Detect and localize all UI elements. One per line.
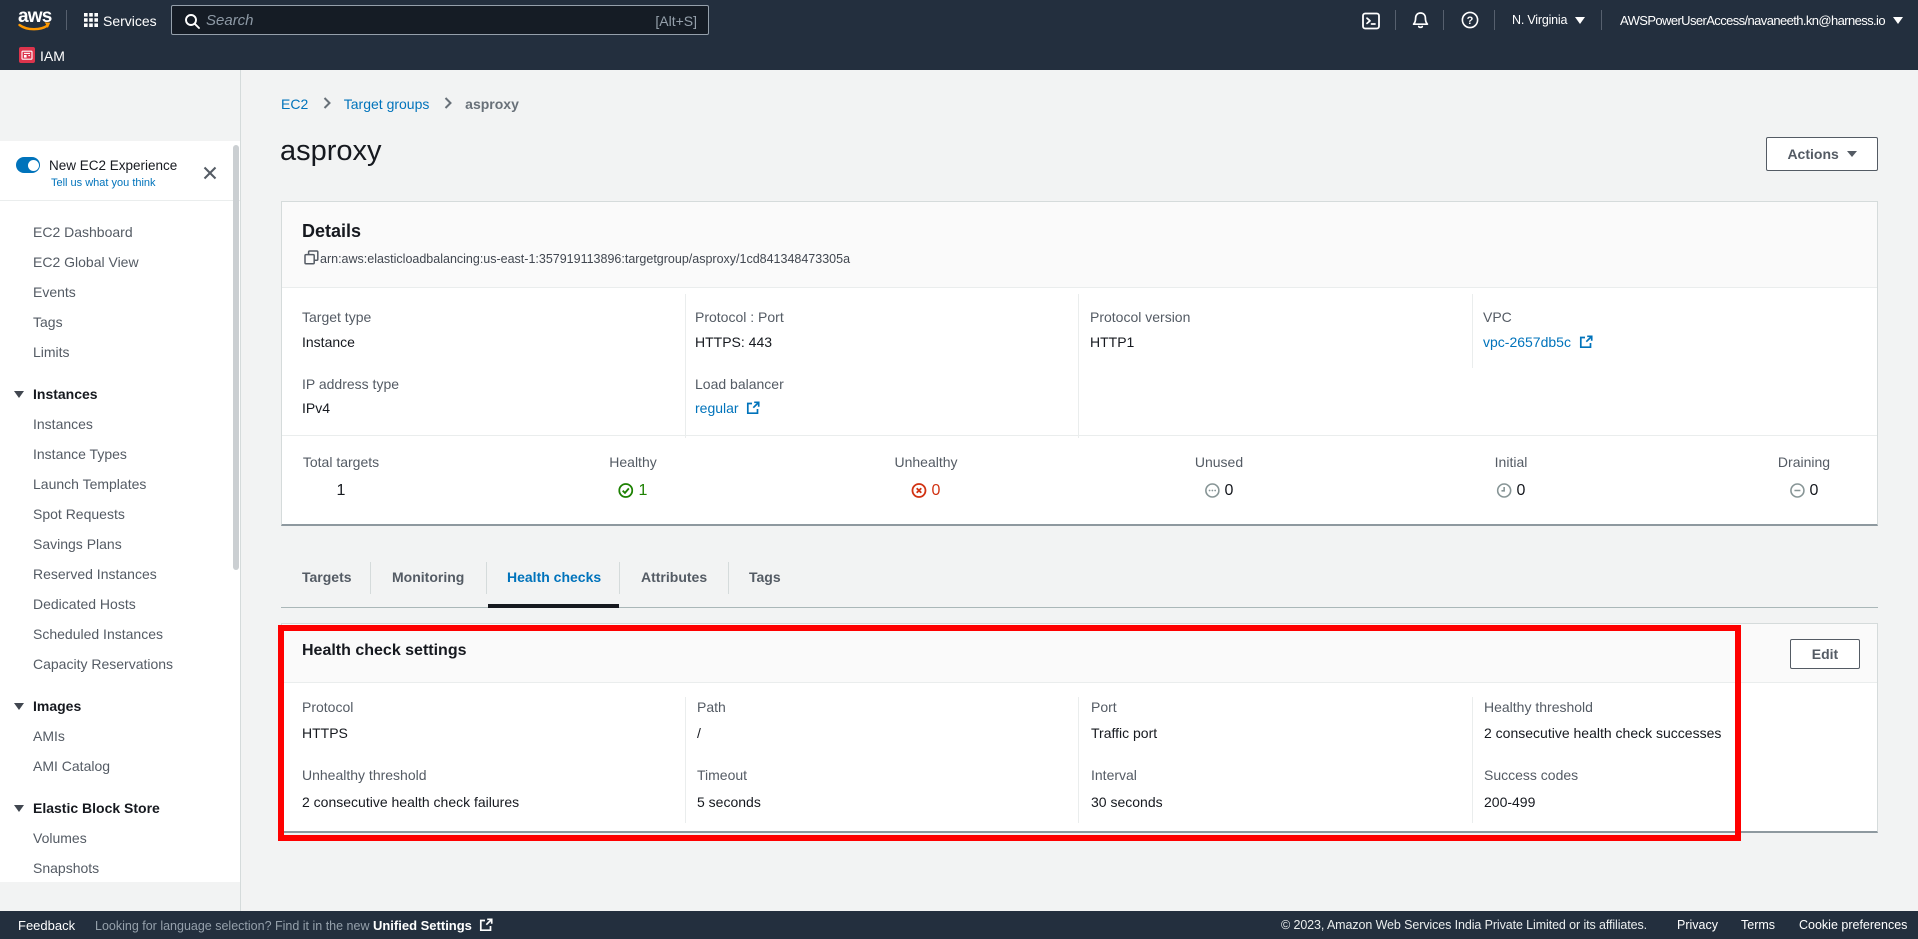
svg-text:?: ? bbox=[1467, 15, 1474, 27]
